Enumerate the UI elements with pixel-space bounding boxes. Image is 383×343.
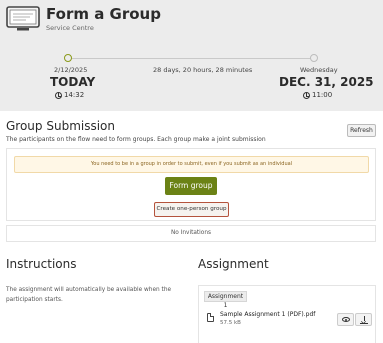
eye-icon [342, 317, 350, 322]
end-weekday: Wednesday [300, 66, 338, 74]
clock-icon [55, 91, 62, 99]
timeline-end-marker [310, 54, 318, 62]
start-date: 2/12/2025 [54, 66, 88, 74]
assignment-tag: Assignment 1 [204, 291, 247, 309]
timeline-start-marker [64, 54, 72, 62]
clock-icon [303, 91, 310, 99]
download-button[interactable] [355, 313, 372, 326]
start-time: 14:32 [55, 91, 84, 99]
instructions-title: Instructions [6, 257, 77, 271]
group-required-warning: You need to be in a group in order to su… [14, 156, 369, 173]
file-name[interactable]: Sample Assignment 1 (PDF).pdf [220, 311, 315, 318]
page-subtitle: Service Centre [46, 24, 94, 32]
file-size: 57.5 kB [220, 320, 241, 326]
start-label: TODAY [50, 75, 96, 89]
instructions-text: The assignment will automatically be ava… [6, 287, 172, 303]
monitor-icon [6, 6, 40, 31]
form-group-button[interactable]: Form group [165, 177, 217, 195]
file-icon [207, 313, 214, 322]
end-time: 11:00 [303, 91, 332, 99]
assignment-title: Assignment [198, 257, 269, 271]
create-one-person-group-button[interactable]: Create one-person group [154, 202, 229, 217]
end-label: DEC. 31, 2025 [279, 75, 374, 89]
invitations-panel: No Invitations [6, 225, 376, 242]
start-time-value: 14:32 [64, 91, 85, 99]
refresh-button[interactable]: Refresh [347, 124, 376, 137]
timeline-bar [68, 58, 314, 59]
group-submission-description: The participants on the flow need to for… [6, 136, 266, 143]
end-time-value: 11:00 [312, 91, 333, 99]
page-title: Form a Group [46, 5, 161, 23]
group-submission-title: Group Submission [6, 119, 115, 133]
time-remaining: 28 days, 20 hours, 28 minutes [153, 66, 253, 74]
preview-button[interactable] [337, 313, 354, 326]
